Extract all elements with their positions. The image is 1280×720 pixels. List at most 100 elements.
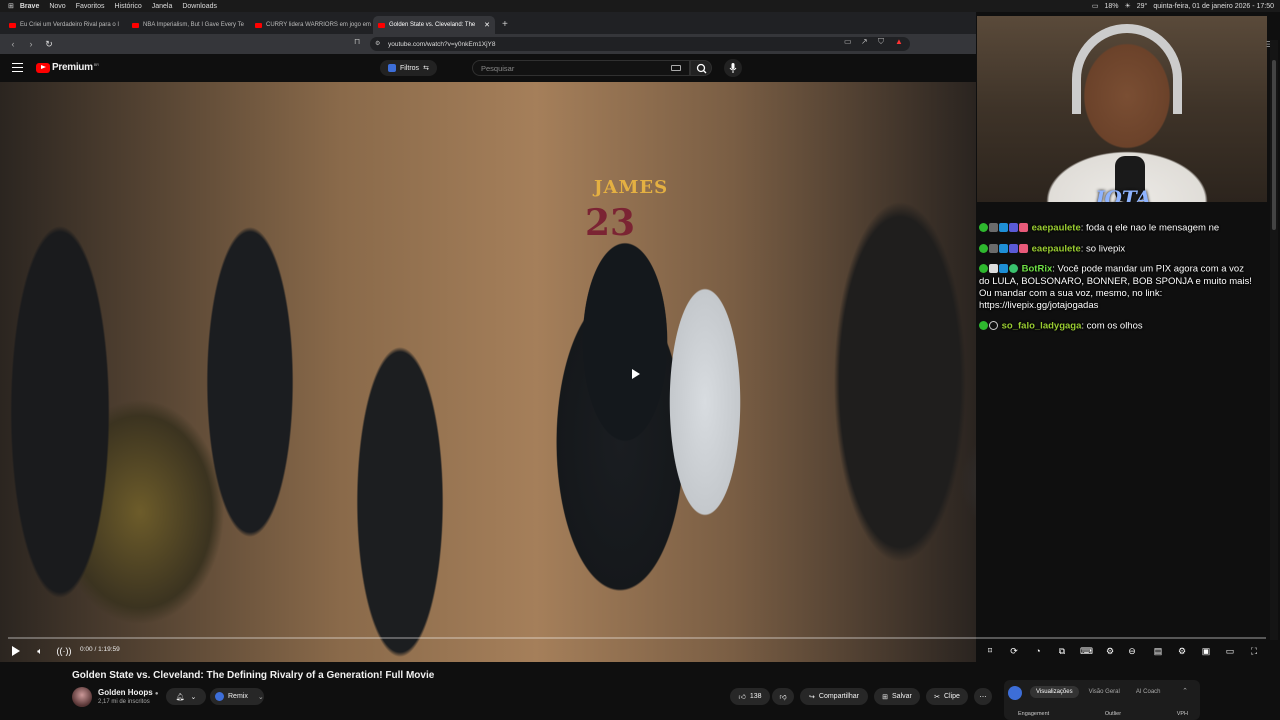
filters-button[interactable]: Filtros ⇆	[380, 60, 437, 76]
youtube-logo[interactable]: Premium BR	[36, 62, 99, 73]
more-icon: ⋯	[979, 693, 987, 701]
weather-icon[interactable]: ☀	[1124, 2, 1130, 10]
address-bar[interactable]: youtube.com/watch?v=y0nkEm1XjY8	[370, 37, 910, 51]
chat-username[interactable]: BotRix	[1022, 264, 1053, 275]
more-actions-button[interactable]: ⋯	[974, 688, 992, 705]
screenshot-icon[interactable]: ⧉	[1056, 645, 1068, 657]
autoplay-toggle[interactable]: ⊖	[1124, 645, 1140, 657]
close-tab-icon[interactable]: ✕	[480, 21, 490, 29]
youtube-play-icon	[36, 62, 50, 73]
menu-brand[interactable]: Brave	[20, 3, 39, 10]
save-button[interactable]: ⊞ Salvar	[874, 688, 920, 705]
youtube-favicon-icon	[132, 22, 139, 28]
tab-strip: Eu Criei um Verdadeiro Rival para o I NB…	[0, 12, 976, 34]
brave-shield-icon[interactable]: ⛉	[878, 37, 884, 47]
save-icon: ⊞	[882, 693, 889, 701]
settings-gear-icon[interactable]: ⚙	[1104, 645, 1116, 657]
miniplayer-icon[interactable]: ▣	[1200, 645, 1212, 657]
notification-bell-button[interactable]: 🔔︎ ⌄	[166, 688, 206, 705]
play-indicator-icon	[632, 369, 640, 379]
youtube-header: Premium BR Filtros ⇆ Pesquisar	[0, 54, 976, 82]
sliders-icon: ⇆	[423, 65, 429, 72]
channel-name[interactable]: Golden Hoops ●	[98, 688, 159, 697]
chat-message: BotRix: Você pode mandar um PIX agora co…	[979, 263, 1252, 311]
progress-bar[interactable]	[8, 637, 1266, 639]
apple-icon[interactable]: ⊞	[8, 2, 14, 10]
menu-favoritos[interactable]: Favoritos	[76, 3, 105, 10]
user-badges	[979, 320, 999, 332]
url-text: youtube.com/watch?v=y0nkEm1XjY8	[388, 40, 496, 48]
browser-tab[interactable]: NBA Imperialism, But I Gave Every Te	[127, 16, 249, 34]
chat-message: eaepaulete: so livepix	[979, 243, 1257, 256]
thumbs-down-icon: 👎︎	[779, 694, 787, 701]
chevron-up-icon[interactable]: ⌃	[1182, 687, 1188, 695]
share-button[interactable]: ↪ Compartilhar	[800, 688, 868, 705]
page-scrollbar[interactable]	[1270, 40, 1278, 640]
remix-button[interactable]: Remix ⌄	[210, 688, 264, 705]
theater-mode-icon[interactable]: ▭	[1224, 645, 1236, 657]
temperature: 29°	[1136, 2, 1148, 10]
keyboard-shortcuts-icon[interactable]: ⌨	[1080, 645, 1093, 657]
reload-icon[interactable]: ↻	[44, 39, 54, 50]
video-player[interactable]: JAMES 23	[0, 82, 976, 662]
volume-icon[interactable]: 🔈︎	[34, 645, 46, 657]
clock[interactable]: quinta-feira, 01 de janeiro 2026 - 17:50	[1153, 3, 1274, 10]
bookmark-icon[interactable]: ⊓	[354, 37, 360, 46]
browser-tab-active[interactable]: Golden State vs. Cleveland: The ✕	[373, 16, 495, 34]
like-button[interactable]: 👍︎ 138	[730, 688, 770, 705]
menu-downloads[interactable]: Downloads	[182, 3, 217, 10]
webcam-overlay: JOTA	[977, 16, 1267, 202]
voice-search-button[interactable]	[724, 59, 742, 77]
chat-username[interactable]: so_falo_ladygaga	[1002, 320, 1082, 331]
thumbs-up-icon: 👍︎	[738, 694, 746, 701]
audio-mode-icon[interactable]: ((·))	[56, 645, 72, 657]
menu-janela[interactable]: Janela	[152, 3, 173, 10]
user-badges	[979, 222, 1029, 234]
search-button[interactable]	[690, 60, 712, 76]
streamer-logo: JOTA	[1095, 186, 1152, 202]
loop-icon[interactable]: ⟳	[1008, 645, 1020, 657]
microphone-icon	[729, 63, 737, 73]
cast-icon[interactable]: ▭	[844, 37, 852, 46]
subscriber-count: 2,17 mi de inscritos	[98, 699, 150, 705]
scrollbar-thumb[interactable]	[1272, 60, 1276, 230]
chat-username[interactable]: eaepaulete	[1032, 223, 1081, 234]
menu-historico[interactable]: Histórico	[114, 3, 141, 10]
brave-rewards-icon[interactable]: ▲	[895, 37, 903, 46]
scissors-icon: ✂	[934, 693, 940, 701]
tab-visao-geral[interactable]: Visão Geral	[1083, 686, 1126, 698]
speed-icon[interactable]: ◔	[1032, 645, 1044, 657]
extension-icon[interactable]: ⊡	[984, 645, 996, 657]
youtube-favicon-icon	[9, 22, 16, 28]
browser-tab[interactable]: CURRY lidera WARRIORS em jogo em	[250, 16, 372, 34]
chat-username[interactable]: eaepaulete	[1032, 243, 1081, 254]
chevron-down-icon: ⌄	[257, 693, 264, 701]
chat-message: eaepaulete: foda q ele nao le mensagem n…	[979, 222, 1257, 235]
chat-message: so_falo_ladygaga: com os olhos	[979, 320, 1257, 333]
channel-avatar[interactable]	[72, 687, 92, 707]
play-button[interactable]	[12, 646, 20, 656]
user-badges	[979, 263, 1019, 275]
search-input[interactable]: Pesquisar	[472, 60, 690, 76]
quality-settings-icon[interactable]: ⚙	[1176, 645, 1188, 657]
tab-visualizacoes[interactable]: Visualizações	[1030, 686, 1079, 698]
extension-logo-icon	[1008, 686, 1022, 700]
keyboard-icon[interactable]	[671, 65, 681, 71]
jersey-number: 23	[585, 202, 636, 244]
chat-text: Você pode mandar um PIX agora com a voz …	[979, 263, 1252, 311]
menu-novo[interactable]: Novo	[49, 3, 65, 10]
bell-icon: 🔔︎	[175, 693, 185, 701]
browser-tab[interactable]: Eu Criei um Verdadeiro Rival para o I	[4, 16, 126, 34]
clip-button[interactable]: ✂ Clipe	[926, 688, 968, 705]
subtitles-icon[interactable]: ▤	[1152, 645, 1164, 657]
new-tab-icon[interactable]: +	[502, 19, 508, 30]
tab-ai-coach[interactable]: AI Coach	[1130, 686, 1167, 698]
dislike-button[interactable]: 👎︎	[772, 688, 794, 705]
site-info-icon[interactable]: ⚙	[375, 40, 380, 47]
forward-icon[interactable]: ›	[26, 39, 36, 49]
battery-icon[interactable]: ▭	[1092, 2, 1099, 10]
back-icon[interactable]: ‹	[8, 39, 18, 49]
fullscreen-icon[interactable]: ⛶	[1248, 645, 1260, 657]
menu-icon[interactable]	[12, 63, 23, 72]
share-icon[interactable]: ↗	[861, 37, 868, 46]
